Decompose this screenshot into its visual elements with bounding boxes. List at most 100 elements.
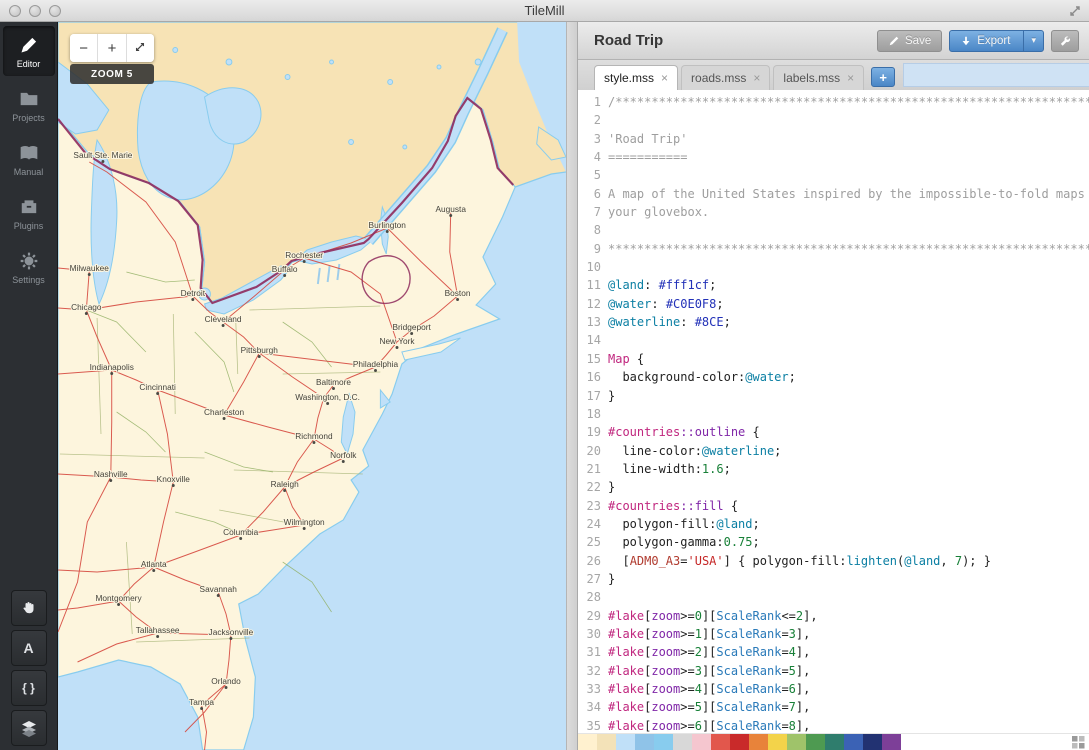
city-label: Augusta [436, 204, 467, 214]
code-line[interactable] [608, 405, 1089, 423]
city-dot [396, 346, 399, 349]
city-dot [449, 214, 452, 217]
code-line[interactable]: line-width:1.6; [608, 460, 1089, 478]
palette-swatch[interactable] [597, 734, 616, 750]
code-line[interactable]: #lake[zoom>=5][ScaleRank=7], [608, 698, 1089, 716]
palette-swatch[interactable] [730, 734, 749, 750]
tab-roads-mss[interactable]: roads.mss × [681, 65, 770, 90]
code-line[interactable]: polygon-gamma:0.75; [608, 533, 1089, 551]
code-line[interactable]: #lake[zoom>=2][ScaleRank=4], [608, 643, 1089, 661]
labels-tool-button[interactable]: A [11, 630, 47, 666]
palette-swatch[interactable] [768, 734, 787, 750]
tab-labels-mss[interactable]: labels.mss × [773, 65, 864, 90]
city-label: Detroit [181, 288, 206, 298]
sidebar-item-settings[interactable]: Settings [3, 242, 55, 292]
code-line[interactable]: @land: #fff1cf; [608, 276, 1089, 294]
palette-swatch[interactable] [844, 734, 863, 750]
city-label: Chicago [71, 302, 102, 312]
tab-style-mss[interactable]: style.mss × [594, 65, 678, 90]
code-line[interactable]: your glovebox. [608, 203, 1089, 221]
code-line[interactable]: #lake[zoom>=3][ScaleRank=5], [608, 662, 1089, 680]
code-line[interactable]: Map { [608, 350, 1089, 368]
code-line[interactable] [608, 258, 1089, 276]
zoom-in-button[interactable]: + [98, 34, 126, 62]
export-button[interactable]: Export ▾ [949, 30, 1044, 52]
code-line[interactable]: } [608, 570, 1089, 588]
code-line[interactable] [608, 166, 1089, 184]
map-canvas[interactable]: Sault Ste. MarieMilwaukeeChicagoDetroitC… [58, 22, 566, 750]
palette-swatch[interactable] [749, 734, 768, 750]
palette-swatch[interactable] [654, 734, 673, 750]
zoom-button[interactable] [49, 5, 61, 17]
city-dot [117, 603, 120, 606]
code-line[interactable] [608, 111, 1089, 129]
chevron-down-icon[interactable]: ▾ [1023, 30, 1043, 52]
code-line[interactable]: polygon-fill:@land; [608, 515, 1089, 533]
line-number: 10 [578, 258, 601, 276]
palette-swatch[interactable] [825, 734, 844, 750]
palette-swatch[interactable] [806, 734, 825, 750]
add-tab-button[interactable]: + [871, 67, 895, 87]
code-line[interactable]: } [608, 387, 1089, 405]
city-label: Cleveland [205, 314, 242, 324]
zoom-out-button[interactable]: − [70, 34, 98, 62]
sidebar-item-projects[interactable]: Projects [3, 80, 55, 130]
palette-swatch[interactable] [673, 734, 692, 750]
palette-swatch[interactable] [635, 734, 654, 750]
layers-tool-button[interactable] [11, 710, 47, 746]
palette-swatch[interactable] [616, 734, 635, 750]
close-button[interactable] [9, 5, 21, 17]
map-fullscreen-button[interactable] [127, 34, 154, 62]
code-line[interactable] [608, 331, 1089, 349]
city-label: Wilmington [284, 517, 325, 527]
code-lines[interactable]: /***************************************… [608, 93, 1089, 733]
city-label: Raleigh [271, 479, 299, 489]
code-line[interactable]: line-color:@waterline; [608, 442, 1089, 460]
code-line[interactable]: /***************************************… [608, 93, 1089, 111]
code-tool-button[interactable]: { } [11, 670, 47, 706]
sidebar-item-manual[interactable]: Manual [3, 134, 55, 184]
code-line[interactable]: ****************************************… [608, 240, 1089, 258]
code-line[interactable]: =========== [608, 148, 1089, 166]
settings-wrench-button[interactable] [1051, 30, 1079, 52]
tab-drop-area [903, 63, 1089, 87]
code-line[interactable]: #lake[zoom>=1][ScaleRank=3], [608, 625, 1089, 643]
code-line[interactable]: #lake[zoom>=0][ScaleRank<=2], [608, 607, 1089, 625]
save-button[interactable]: Save [877, 30, 942, 52]
city-dot [109, 479, 112, 482]
code-line[interactable]: @water: #C0E0F8; [608, 295, 1089, 313]
palette-swatch[interactable] [578, 734, 597, 750]
code-line[interactable]: #countries::fill { [608, 497, 1089, 515]
sidebar-item-editor[interactable]: Editor [3, 26, 55, 76]
panel-divider[interactable] [566, 22, 578, 750]
fullscreen-icon[interactable] [1068, 4, 1082, 18]
city-label: Montgomery [96, 593, 143, 603]
line-number: 8 [578, 221, 601, 239]
code-line[interactable] [608, 221, 1089, 239]
code-line[interactable]: A map of the United States inspired by t… [608, 185, 1089, 203]
code-line[interactable]: @waterline: #8CE; [608, 313, 1089, 331]
minimize-button[interactable] [29, 5, 41, 17]
code-line[interactable]: #lake[zoom>=6][ScaleRank=8], [608, 717, 1089, 733]
palette-swatch[interactable] [882, 734, 901, 750]
palette-swatch[interactable] [863, 734, 882, 750]
sidebar-item-plugins[interactable]: Plugins [3, 188, 55, 238]
code-line[interactable]: [ADM0_A3='USA'] { polygon-fill:lighten(@… [608, 552, 1089, 570]
palette-swatch[interactable] [711, 734, 730, 750]
close-tab-icon[interactable]: × [847, 72, 854, 84]
palette-swatch[interactable] [787, 734, 806, 750]
pan-tool-button[interactable] [11, 590, 47, 626]
code-line[interactable]: 'Road Trip' [608, 130, 1089, 148]
code-editor[interactable]: 1234567891011121314151617181920212223242… [578, 90, 1089, 733]
city-label: Baltimore [316, 377, 351, 387]
palette-grid-icon[interactable] [1072, 736, 1085, 749]
city-dot [222, 324, 225, 327]
close-tab-icon[interactable]: × [661, 72, 668, 84]
close-tab-icon[interactable]: × [753, 72, 760, 84]
code-line[interactable]: #lake[zoom>=4][ScaleRank=6], [608, 680, 1089, 698]
code-line[interactable]: background-color:@water; [608, 368, 1089, 386]
code-line[interactable]: } [608, 478, 1089, 496]
palette-swatch[interactable] [692, 734, 711, 750]
code-line[interactable] [608, 588, 1089, 606]
code-line[interactable]: #countries::outline { [608, 423, 1089, 441]
